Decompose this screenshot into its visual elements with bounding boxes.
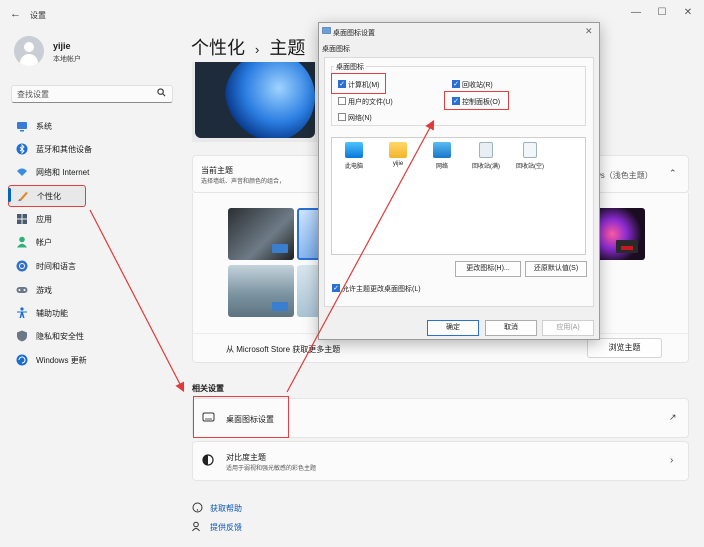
arrow-to-desktop-icon-settings xyxy=(89,209,185,393)
arrow-to-control-panel xyxy=(286,119,435,393)
annotation-arrows xyxy=(89,119,435,393)
